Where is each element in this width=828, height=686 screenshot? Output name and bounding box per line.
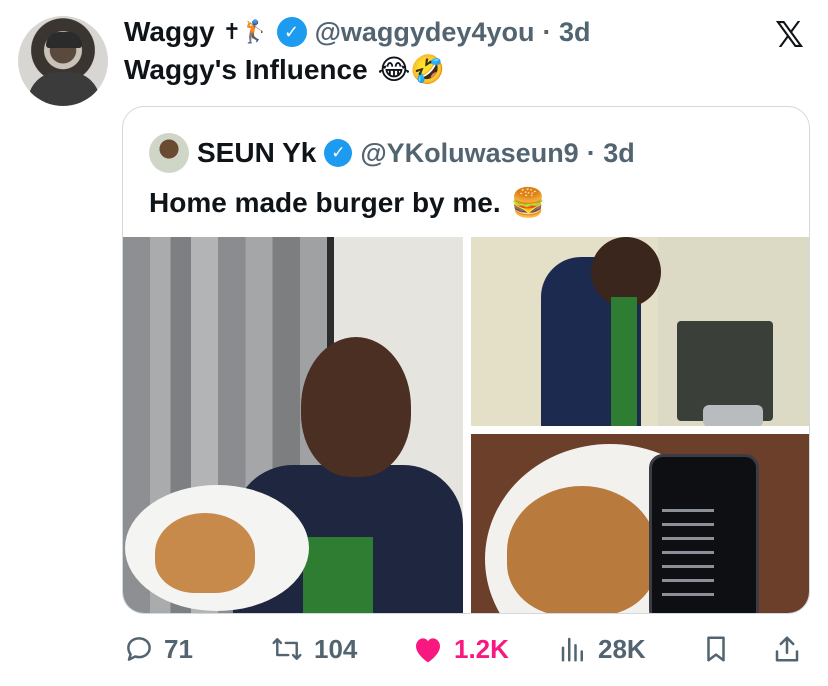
verified-badge-icon: ✓: [276, 17, 307, 47]
author-name-icons: ✝🏌️: [222, 19, 269, 44]
photo-apron: [303, 537, 373, 613]
photo-phone-screen: [662, 509, 732, 607]
tweet-text: Waggy's Influence 😂🤣: [124, 54, 445, 86]
quote-author-handle[interactable]: @YKoluwaseun9: [360, 138, 578, 169]
photo-face: [301, 337, 411, 477]
quote-time[interactable]: · 3d: [587, 138, 635, 169]
tweet-time[interactable]: · 3d: [542, 17, 590, 48]
reply-icon: [124, 634, 154, 664]
quote-text: Home made burger by me. 🍔: [149, 187, 546, 219]
like-button[interactable]: 1.2K: [412, 628, 509, 670]
quote-verified-badge-icon: ✓: [324, 139, 353, 167]
views-count: 28K: [598, 633, 646, 664]
photo-burger-with-phone[interactable]: [471, 434, 809, 613]
photo-pot: [703, 405, 763, 426]
photo-burger-2: [507, 486, 657, 613]
author-name[interactable]: Waggy: [124, 16, 215, 48]
repost-icon: [270, 634, 304, 664]
tweet-header: Waggy ✝🏌️ ✓ @waggydey4you · 3d: [124, 14, 590, 50]
photo-phone: [649, 454, 759, 613]
quote-header: SEUN Yk ✓ @YKoluwaseun9 · 3d: [149, 133, 635, 173]
quote-author-name[interactable]: SEUN Yk: [197, 137, 316, 169]
photo-selfie-with-burger[interactable]: [123, 237, 463, 613]
photo-burger: [155, 513, 255, 593]
author-handle[interactable]: @waggydey4you: [315, 17, 535, 48]
views-button[interactable]: 28K: [558, 628, 646, 670]
tweet-actions-bar: 71 104 1.2K 28K: [0, 628, 828, 670]
bookmark-button[interactable]: [702, 628, 730, 670]
tweet-text-emojis: 😂🤣: [377, 54, 446, 85]
views-chart-icon: [558, 634, 588, 664]
avatar-body: [28, 72, 100, 106]
avatar-cap: [46, 32, 82, 48]
like-count: 1.2K: [454, 633, 509, 664]
heart-icon: [412, 634, 444, 664]
repost-count: 104: [314, 633, 358, 664]
repost-button[interactable]: 104: [270, 628, 357, 670]
quote-media-grid: [123, 237, 809, 613]
photo-cooking-at-stove[interactable]: [471, 237, 809, 426]
quote-text-content: Home made burger by me.: [149, 187, 501, 218]
share-button[interactable]: [772, 628, 802, 670]
reply-button[interactable]: 71: [124, 628, 193, 670]
author-avatar[interactable]: [18, 16, 108, 106]
photo-cook-apron: [611, 297, 637, 426]
reply-count: 71: [164, 633, 193, 664]
quote-text-emoji: 🍔: [510, 187, 546, 218]
bookmark-icon: [702, 634, 730, 664]
quote-author-avatar[interactable]: [149, 133, 189, 173]
share-icon: [772, 634, 802, 664]
x-logo-icon[interactable]: 𝕏: [775, 14, 804, 56]
quoted-tweet-card[interactable]: SEUN Yk ✓ @YKoluwaseun9 · 3d Home made b…: [122, 106, 810, 614]
tweet-text-content: Waggy's Influence: [124, 54, 368, 85]
